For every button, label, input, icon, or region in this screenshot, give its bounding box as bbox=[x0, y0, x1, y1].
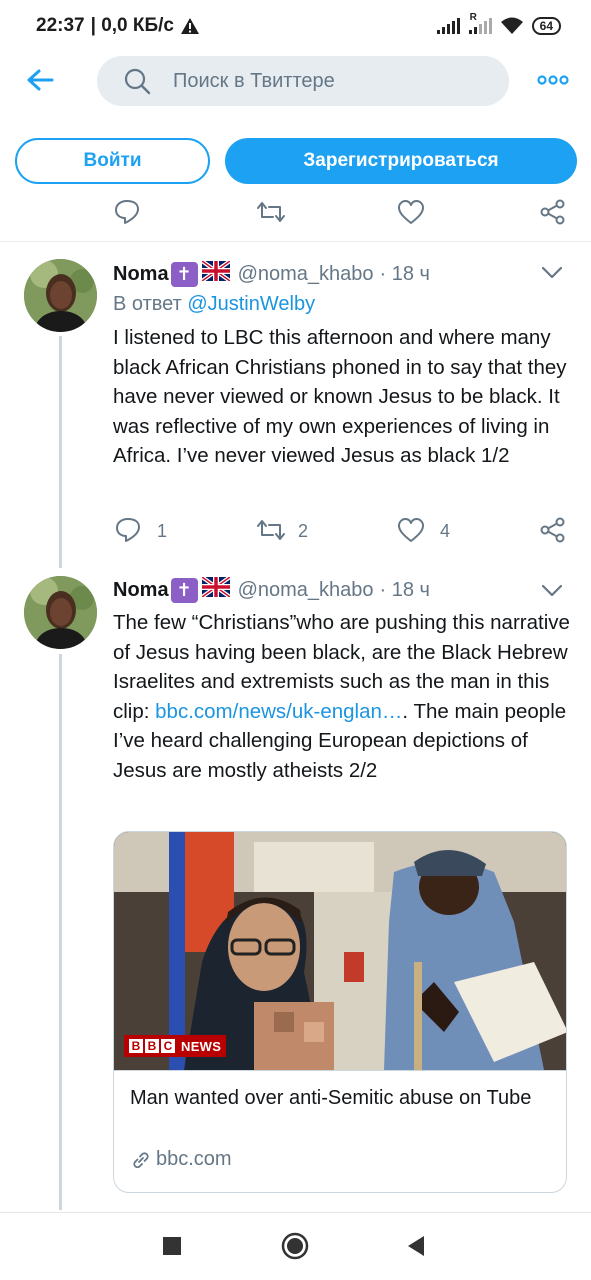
system-back-button[interactable] bbox=[404, 1233, 428, 1259]
recents-button[interactable] bbox=[161, 1235, 183, 1257]
reply-button[interactable] bbox=[112, 198, 142, 226]
card-domain-text: bbc.com bbox=[156, 1148, 232, 1170]
bbc-news-badge: B B C NEWS bbox=[124, 1035, 227, 1057]
card-divider bbox=[114, 1070, 566, 1071]
card-image: B B C NEWS bbox=[114, 832, 566, 1070]
reply-count: 1 bbox=[157, 521, 168, 541]
search-icon bbox=[124, 68, 151, 95]
tweet[interactable]: Noma ✝ 🇬🇧 @noma_khabo · 18 ч The few “Ch… bbox=[0, 572, 591, 1212]
uk-flag-emoji: 🇬🇧 bbox=[200, 575, 231, 603]
roaming-label: R bbox=[469, 12, 477, 23]
bbc-letter: B bbox=[129, 1039, 143, 1053]
like-button[interactable] bbox=[396, 516, 426, 544]
back-button[interactable] bbox=[22, 62, 58, 98]
cross-emoji: ✝ bbox=[170, 261, 198, 287]
author-handle[interactable]: @noma_khabo bbox=[238, 263, 374, 286]
back-triangle-icon bbox=[408, 1236, 424, 1256]
tweet[interactable]: Noma ✝ 🇬🇧 @noma_khabo · 18 ч В ответ @Ju… bbox=[0, 242, 591, 572]
retweet-count: 2 bbox=[298, 521, 309, 541]
cross-emoji: ✝ bbox=[170, 577, 198, 603]
share-button[interactable] bbox=[538, 198, 568, 226]
tweet-time: · 18 ч bbox=[379, 262, 430, 285]
avatar[interactable] bbox=[24, 576, 97, 649]
link-card[interactable]: B B C NEWS Man wanted over anti-Semitic … bbox=[113, 831, 567, 1193]
author-name[interactable]: Noma bbox=[113, 579, 169, 602]
avatar[interactable] bbox=[24, 259, 97, 332]
share-icon bbox=[540, 199, 565, 225]
login-button[interactable]: Войти bbox=[15, 138, 210, 184]
reply-prefix: В ответ bbox=[113, 293, 182, 315]
reply-to-link[interactable]: @JustinWelby bbox=[187, 293, 315, 315]
status-time: 22:37 bbox=[36, 15, 85, 36]
bbc-letter: C bbox=[161, 1039, 175, 1053]
retweet-icon bbox=[257, 520, 285, 540]
tweet-text: I listened to LBC this afternoon and whe… bbox=[113, 326, 567, 467]
auth-bar: Войти Зарегистрироваться bbox=[0, 138, 591, 184]
retweet-button[interactable] bbox=[255, 198, 287, 226]
card-title: Man wanted over anti-Semitic abuse on Tu… bbox=[130, 1087, 532, 1109]
search-placeholder: Поиск в Твиттере bbox=[173, 69, 335, 92]
like-button[interactable] bbox=[396, 198, 426, 226]
tweet-text: The few “Christians”who are pushing this… bbox=[113, 608, 573, 785]
author-name[interactable]: Noma bbox=[113, 263, 169, 286]
tweet-menu-button[interactable] bbox=[539, 580, 565, 602]
more-icon bbox=[537, 75, 569, 85]
tweet-menu-button[interactable] bbox=[539, 262, 565, 284]
tweet-link[interactable]: bbc.com/news/uk-englan… bbox=[155, 700, 402, 723]
status-left: 22:37 | 0,0 КБ/с bbox=[36, 15, 200, 37]
retweet-button[interactable] bbox=[255, 516, 287, 544]
signup-button[interactable]: Зарегистрироваться bbox=[225, 138, 577, 184]
back-arrow-icon bbox=[27, 69, 54, 91]
author-handle[interactable]: @noma_khabo bbox=[238, 579, 374, 602]
chevron-down-icon bbox=[541, 584, 563, 597]
system-nav-bar bbox=[0, 1212, 591, 1280]
uk-flag-emoji: 🇬🇧 bbox=[200, 259, 231, 287]
signal-roaming-icon: R bbox=[468, 12, 492, 35]
like-count: 4 bbox=[440, 521, 451, 541]
alert-icon bbox=[181, 18, 199, 34]
reply-button[interactable] bbox=[113, 516, 143, 544]
home-circle-icon bbox=[281, 1232, 309, 1260]
reply-icon bbox=[116, 518, 140, 542]
home-button[interactable] bbox=[280, 1231, 310, 1261]
search-input[interactable]: Поиск в Твиттере bbox=[97, 56, 509, 106]
card-domain: bbc.com bbox=[130, 1148, 232, 1171]
heart-icon bbox=[398, 200, 424, 224]
chevron-down-icon bbox=[541, 266, 563, 279]
retweet-icon bbox=[257, 202, 285, 222]
top-bar: Поиск в Твиттере bbox=[0, 52, 591, 110]
signal-icon bbox=[436, 18, 460, 34]
share-button[interactable] bbox=[538, 516, 568, 544]
tweet-header: Noma ✝ 🇬🇧 @noma_khabo · 18 ч bbox=[113, 259, 430, 287]
previous-tweet-actions bbox=[0, 198, 591, 228]
heart-icon bbox=[398, 518, 424, 542]
tweet-time: · 18 ч bbox=[379, 578, 430, 601]
status-bar: 22:37 | 0,0 КБ/с R 64 bbox=[0, 0, 591, 52]
tweet-actions: 1 2 4 bbox=[113, 516, 573, 546]
recents-square-icon bbox=[163, 1237, 181, 1255]
bbc-letter: B bbox=[145, 1039, 159, 1053]
status-net-speed: | 0,0 КБ/с bbox=[90, 15, 174, 36]
more-button[interactable] bbox=[537, 68, 569, 92]
status-right: R 64 bbox=[436, 12, 561, 35]
battery-icon: 64 bbox=[531, 17, 561, 35]
reply-icon bbox=[115, 200, 139, 224]
tweet-header: Noma ✝ 🇬🇧 @noma_khabo · 18 ч bbox=[113, 575, 430, 603]
reply-context: В ответ @JustinWelby bbox=[113, 293, 315, 316]
link-icon bbox=[133, 1151, 149, 1168]
wifi-icon bbox=[500, 17, 523, 34]
bbc-news-label: NEWS bbox=[181, 1038, 222, 1054]
share-icon bbox=[540, 517, 565, 543]
